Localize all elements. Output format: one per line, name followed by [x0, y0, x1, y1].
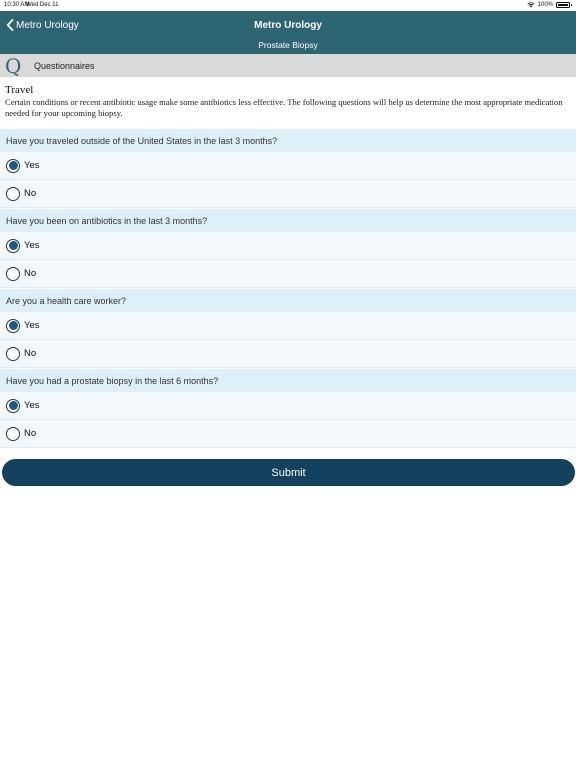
option-label: No — [24, 348, 37, 359]
question-2-option-yes[interactable]: Yes — [0, 232, 576, 260]
option-label: Yes — [24, 240, 40, 251]
question-3-option-no[interactable]: No — [0, 340, 576, 368]
question-2: Have you been on antibiotics in the last… — [0, 209, 576, 232]
radio-unselected-icon[interactable] — [6, 346, 20, 361]
option-label: Yes — [24, 400, 40, 411]
status-right: 100% — [527, 2, 572, 8]
radio-unselected-icon[interactable] — [6, 186, 20, 201]
question-4-option-yes[interactable]: Yes — [0, 392, 576, 420]
intro-text: Certain conditions or recent antibiotic … — [5, 97, 563, 118]
question-3-option-yes[interactable]: Yes — [0, 312, 576, 340]
question-3: Are you a health care worker? — [0, 289, 576, 312]
option-label: No — [24, 188, 37, 199]
radio-selected-icon[interactable] — [6, 398, 20, 413]
nav-title: Metro Urology — [254, 20, 322, 31]
radio-unselected-icon[interactable] — [6, 426, 20, 441]
option-label: No — [24, 428, 37, 439]
radio-unselected-icon[interactable] — [6, 266, 20, 281]
question-2-option-no[interactable]: No — [0, 260, 576, 288]
question-4-option-no[interactable]: No — [0, 420, 576, 448]
section-header: Q Questionnaires — [0, 54, 576, 77]
question-1-option-yes[interactable]: Yes — [0, 152, 576, 180]
nav-subtitle: Prostate Biopsy — [258, 40, 318, 50]
intro: Travel Certain conditions or recent anti… — [5, 84, 571, 119]
option-label: Yes — [24, 160, 40, 171]
submit-button[interactable]: Submit — [2, 459, 575, 486]
status-bar: 10:30 AM Wed Dec 11 100% — [0, 0, 576, 11]
status-date: Wed Dec 11 — [26, 2, 59, 8]
question-1-option-no[interactable]: No — [0, 180, 576, 208]
radio-selected-icon[interactable] — [6, 158, 20, 173]
questionnaire-icon: Q — [5, 53, 22, 78]
option-label: Yes — [24, 320, 40, 331]
question-4: Have you had a prostate biopsy in the la… — [0, 369, 576, 392]
nav-bar: Metro Urology Metro Urology Prostate Bio… — [0, 11, 576, 54]
battery-percent: 100% — [537, 2, 553, 8]
battery-icon — [556, 2, 572, 8]
section-label: Questionnaires — [34, 60, 95, 71]
radio-selected-icon[interactable] — [6, 238, 20, 253]
wifi-icon — [527, 2, 535, 8]
option-label: No — [24, 268, 37, 279]
radio-selected-icon[interactable] — [6, 318, 20, 333]
intro-title: Travel — [5, 84, 34, 96]
question-1: Have you traveled outside of the United … — [0, 129, 576, 152]
